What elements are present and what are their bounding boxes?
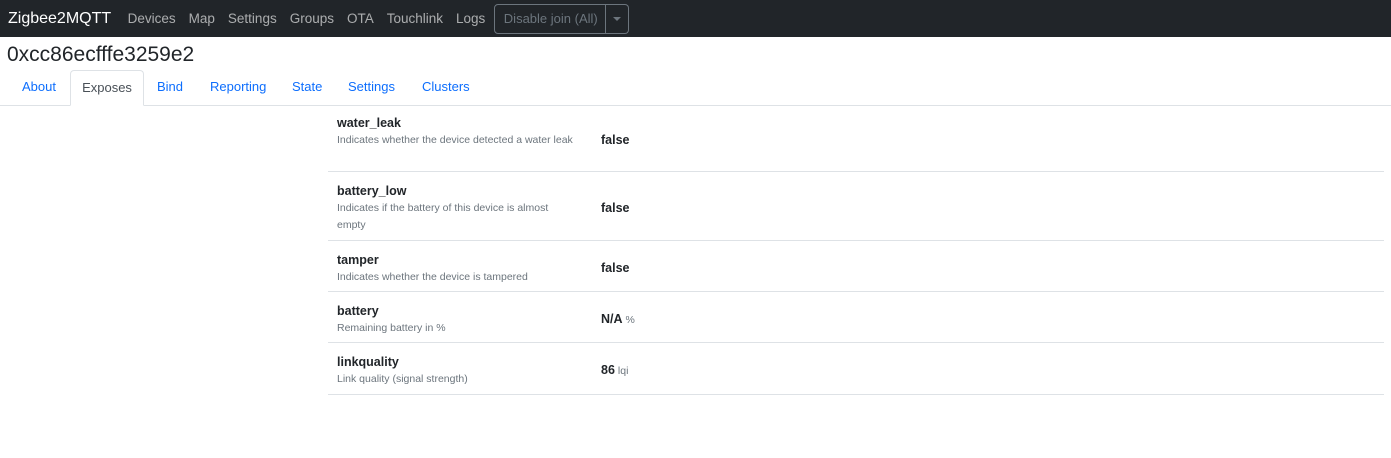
device-tabs: About Exposes Bind Reporting State Setti… [0,70,1391,106]
tab-exposes[interactable]: Exposes [70,70,144,106]
tab-settings[interactable]: Settings [348,70,395,104]
expose-row-linkquality: linkquality Link quality (signal strengt… [328,343,1384,395]
expose-row-water-leak: water_leak Indicates whether the device … [328,104,1384,172]
expose-name: battery_low [337,184,407,198]
expose-description: Link quality (signal strength) [337,373,468,385]
unit-label: % [625,314,635,326]
expose-name: water_leak [337,116,401,130]
expose-value: false [601,133,630,147]
value-text: false [601,201,630,215]
nav-devices[interactable]: Devices [121,11,182,26]
expose-value: N/A% [601,312,635,326]
expose-description: Indicates whether the device is tampered [337,271,528,283]
unit-label: lqi [617,365,629,377]
nav-ota[interactable]: OTA [340,11,380,26]
value-text: false [601,261,630,275]
brand-link[interactable]: Zigbee2MQTT [8,10,111,28]
value-text: N/A [601,312,623,326]
chevron-down-icon [612,16,621,21]
expose-value: 86 lqi [601,363,628,377]
nav-logs[interactable]: Logs [450,11,492,26]
join-dropdown-toggle[interactable] [605,3,629,34]
exposes-table: water_leak Indicates whether the device … [328,104,1384,395]
nav-settings[interactable]: Settings [221,11,283,26]
nav-touchlink[interactable]: Touchlink [380,11,449,26]
join-button-group: Disable join (All) [493,3,629,34]
expose-value: false [601,201,630,215]
nav-map[interactable]: Map [182,11,221,26]
nav-links: Devices Map Settings Groups OTA Touchlin… [121,11,492,26]
nav-groups[interactable]: Groups [283,11,340,26]
expose-description: Indicates whether the device detected a … [337,134,573,146]
tab-state[interactable]: State [292,70,322,104]
disable-join-button[interactable]: Disable join (All) [493,3,606,34]
tab-about[interactable]: About [22,70,56,104]
value-text: false [601,133,630,147]
expose-name: tamper [337,253,379,267]
tab-bind[interactable]: Bind [157,70,183,104]
tab-reporting[interactable]: Reporting [210,70,266,104]
expose-name: battery [337,304,379,318]
expose-row-battery: battery Remaining battery in % N/A% [328,292,1384,343]
expose-description: Indicates if the battery of this device … [337,202,549,231]
expose-row-battery-low: battery_low Indicates if the battery of … [328,172,1384,241]
top-navbar: Zigbee2MQTT Devices Map Settings Groups … [0,0,1391,37]
value-text: 86 [601,363,615,377]
device-title: 0xcc86ecfffe3259e2 [7,43,195,66]
expose-value: false [601,261,630,275]
expose-description: Remaining battery in % [337,322,446,334]
tab-clusters[interactable]: Clusters [422,70,470,104]
expose-row-tamper: tamper Indicates whether the device is t… [328,241,1384,292]
expose-name: linkquality [337,355,399,369]
